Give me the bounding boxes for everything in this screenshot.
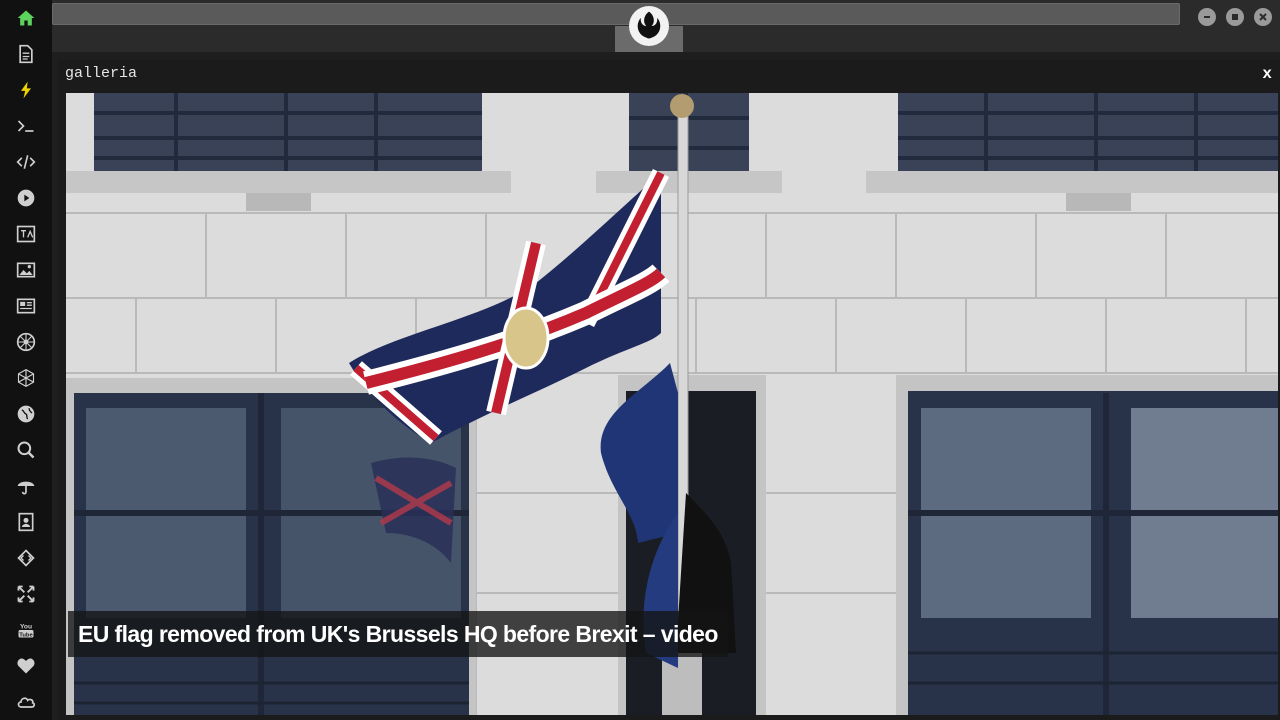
top-bar bbox=[52, 0, 1280, 52]
youtube-icon[interactable]: You Tube bbox=[13, 617, 39, 643]
code-icon[interactable] bbox=[13, 149, 39, 175]
gallery-panel: galleria x EU flag removed from UK's Bru… bbox=[58, 60, 1280, 720]
code-diamond-icon[interactable] bbox=[13, 545, 39, 571]
image-icon[interactable] bbox=[13, 257, 39, 283]
minimize-icon[interactable] bbox=[1198, 8, 1216, 26]
umbrella-icon[interactable] bbox=[13, 473, 39, 499]
close-icon[interactable] bbox=[1254, 8, 1272, 26]
fullscreen-icon[interactable] bbox=[13, 581, 39, 607]
image-caption: EU flag removed from UK's Brussels HQ be… bbox=[68, 611, 728, 657]
contacts-icon[interactable] bbox=[13, 509, 39, 535]
galactic-empire-icon[interactable] bbox=[13, 329, 39, 355]
svg-text:Tube: Tube bbox=[19, 632, 33, 638]
panel-title: galleria bbox=[65, 65, 138, 82]
terminal-icon[interactable] bbox=[13, 113, 39, 139]
newspaper-icon[interactable] bbox=[13, 293, 39, 319]
sidebar: You Tube bbox=[0, 0, 52, 720]
translate-icon[interactable] bbox=[13, 221, 39, 247]
hexagon-network-icon[interactable] bbox=[13, 365, 39, 391]
svg-text:You: You bbox=[20, 623, 32, 630]
panel-close-button[interactable]: x bbox=[1262, 64, 1272, 84]
globe-icon[interactable] bbox=[13, 401, 39, 427]
cloud-icon[interactable] bbox=[13, 689, 39, 715]
maximize-icon[interactable] bbox=[1226, 8, 1244, 26]
gallery-image[interactable]: EU flag removed from UK's Brussels HQ be… bbox=[66, 93, 1278, 715]
play-icon[interactable] bbox=[13, 185, 39, 211]
search-icon[interactable] bbox=[13, 437, 39, 463]
home-icon[interactable] bbox=[13, 5, 39, 31]
rebel-alliance-icon[interactable] bbox=[629, 6, 669, 46]
document-icon[interactable] bbox=[13, 41, 39, 67]
heart-icon[interactable] bbox=[13, 653, 39, 679]
lightning-icon[interactable] bbox=[13, 77, 39, 103]
address-bar[interactable] bbox=[52, 3, 1180, 25]
